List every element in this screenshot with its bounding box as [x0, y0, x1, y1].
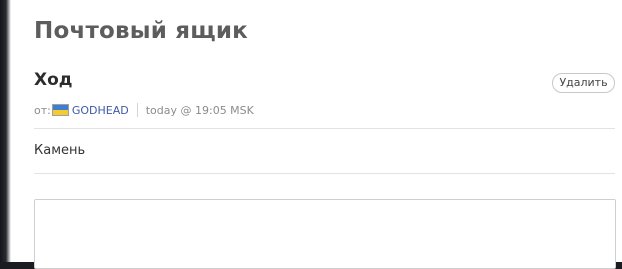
reply-textarea[interactable]: [34, 199, 616, 269]
body-divider: [34, 173, 615, 174]
ukraine-flag-icon: [51, 104, 69, 116]
message-body: Камень: [34, 143, 86, 158]
message-subject: Ход: [34, 70, 73, 90]
message-timestamp: today @ 19:05 MSK: [145, 103, 254, 117]
author-link[interactable]: GODHEAD: [72, 104, 129, 117]
from-label: от:: [34, 103, 51, 117]
page-title: Почтовый ящик: [34, 18, 248, 44]
delete-button[interactable]: Удалить: [552, 73, 615, 93]
meta-divider: [136, 103, 138, 117]
mailbox-page: Почтовый ящик Ход Удалить от: GODHEAD to…: [11, 0, 622, 269]
header-divider: [34, 128, 615, 129]
message-meta: от: GODHEAD today @ 19:05 MSK: [34, 101, 254, 119]
